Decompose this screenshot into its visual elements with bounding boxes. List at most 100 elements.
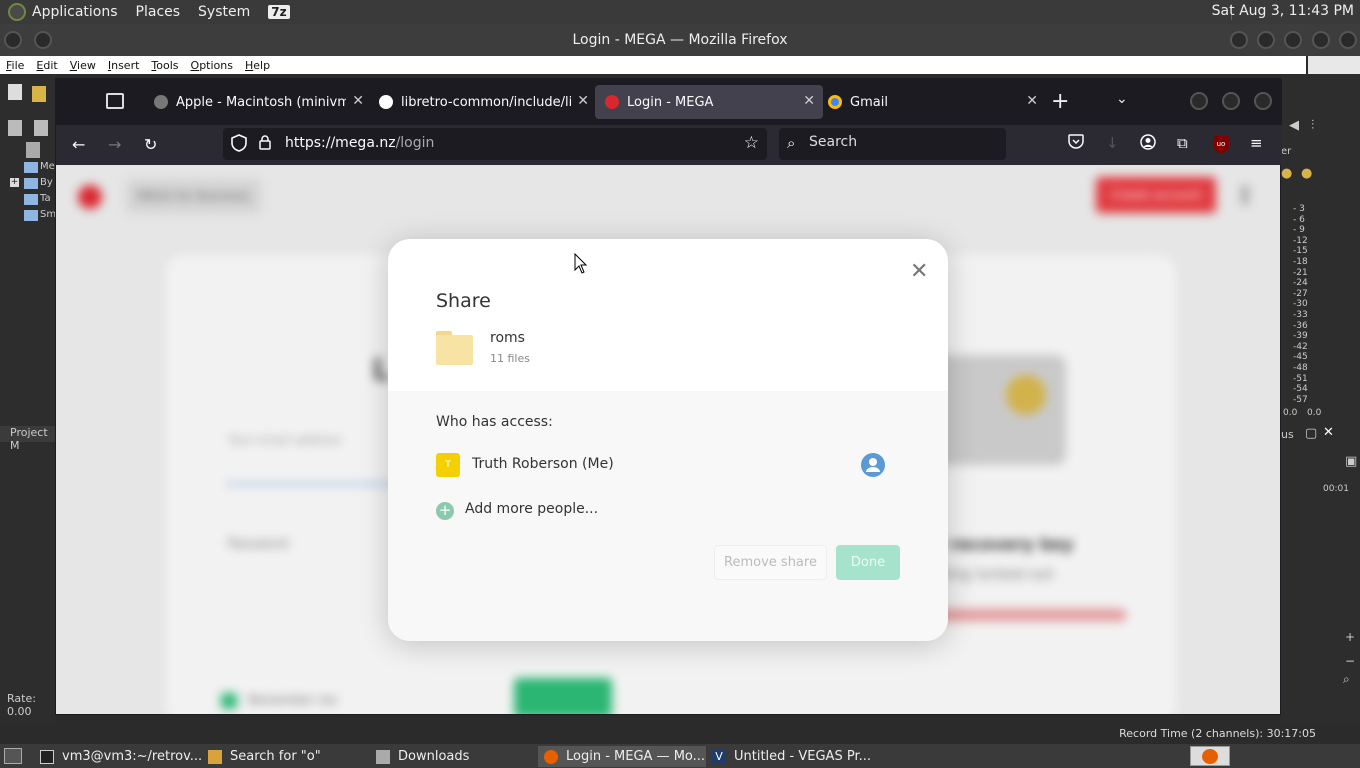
menu-applications[interactable]: Applications (32, 4, 118, 20)
owner-permission-icon[interactable] (861, 453, 885, 477)
applications-logo-icon[interactable] (8, 3, 26, 21)
extra-window-button[interactable] (1312, 31, 1330, 49)
zoom-tool-icon[interactable]: ⌕ (1343, 672, 1350, 687)
task-downloads[interactable]: Downloads (370, 746, 535, 767)
menubar-filler (1308, 56, 1360, 74)
close-button[interactable] (1284, 31, 1302, 49)
maximize-button[interactable] (1257, 31, 1275, 49)
rate-label: Rate: 0.00 (7, 692, 36, 718)
back-arrow-icon[interactable]: ← (72, 135, 85, 154)
ff-minimize-button[interactable] (1190, 92, 1208, 110)
recovery-link[interactable] (936, 609, 1126, 621)
new-tab-plus-icon[interactable]: + (1051, 89, 1069, 114)
downloads-icon[interactable]: ↓ (1106, 134, 1119, 152)
explorer-icon[interactable] (8, 120, 22, 136)
window-menu-button[interactable] (4, 31, 22, 49)
task-terminal[interactable]: vm3@vm3:~/retrov... (34, 746, 204, 767)
mixer-icon[interactable]: ⫶ (1311, 118, 1314, 133)
media-icon[interactable] (34, 120, 48, 136)
add-more-people-link[interactable]: Add more people... (465, 501, 598, 517)
folder-icon (24, 178, 38, 189)
extra-window-button-2[interactable] (1339, 31, 1357, 49)
menu-options[interactable]: Options (191, 59, 233, 72)
email-field[interactable] (226, 483, 406, 485)
fx-icon[interactable]: ● (1281, 166, 1292, 181)
pocket-icon[interactable] (1068, 134, 1084, 153)
window-menu-button-2[interactable] (34, 31, 52, 49)
tree-item-label[interactable]: Sm (40, 209, 56, 220)
menu-help[interactable]: Help (245, 59, 270, 72)
scroll-icon[interactable]: ▣ (1345, 454, 1357, 469)
task-vegas[interactable]: V Untitled - VEGAS Pr... (706, 746, 876, 767)
menu-edit[interactable]: Edit (36, 59, 57, 72)
more-menu-icon[interactable] (1242, 185, 1248, 205)
task-label: Login - MEGA — Mo... (566, 749, 706, 764)
close-tab-icon[interactable]: ✕ (1026, 93, 1038, 109)
ff-maximize-button[interactable] (1222, 92, 1240, 110)
volume-icon[interactable]: ◀ (1289, 118, 1299, 133)
ublock-origin-icon[interactable]: uo (1213, 136, 1229, 153)
close-icon[interactable]: ✕ (910, 259, 928, 284)
firefox-view-icon[interactable] (106, 93, 124, 109)
mega-favicon-icon (605, 95, 619, 109)
menu-system[interactable]: System (198, 4, 250, 20)
undock-icon[interactable]: ▢ (1305, 426, 1317, 441)
list-all-tabs-chevron-icon[interactable]: ⌄ (1116, 91, 1128, 107)
task-search[interactable]: Search for "o" (202, 746, 372, 767)
forward-arrow-icon[interactable]: → (108, 135, 121, 154)
menu-insert[interactable]: Insert (108, 59, 140, 72)
tracking-shield-icon[interactable] (231, 134, 247, 156)
tab-gmail[interactable]: Gmail ✕ (818, 85, 1046, 119)
menu-tools[interactable]: Tools (151, 59, 178, 72)
search-bar[interactable]: ⌕ (779, 128, 1006, 160)
ff-close-button[interactable] (1254, 92, 1272, 110)
padlock-icon[interactable] (259, 135, 271, 154)
menu-file[interactable]: File (6, 59, 24, 72)
dialog-title: Share (436, 290, 491, 312)
close-tab-icon[interactable]: ✕ (803, 93, 815, 109)
task-firefox[interactable]: Login - MEGA — Mo... (538, 746, 706, 767)
clock[interactable]: Sat Aug 3, 11:43 PM (1212, 3, 1354, 19)
project-media-tab[interactable]: Project M (0, 426, 56, 452)
workspace-switcher[interactable] (1190, 746, 1230, 766)
show-desktop-icon[interactable] (4, 748, 22, 764)
account-icon[interactable] (1140, 134, 1156, 154)
tab-apple-macintosh[interactable]: Apple - Macintosh (minivmac ✕ (144, 85, 372, 119)
tab-login-mega[interactable]: Login - MEGA ✕ (595, 85, 823, 119)
menu-view[interactable]: View (70, 59, 96, 72)
meter-tick: -48 (1293, 363, 1308, 373)
open-folder-icon[interactable] (32, 86, 46, 102)
sevenzip-launcher-icon[interactable]: 7z (268, 5, 290, 19)
remove-share-button[interactable]: Remove share (714, 545, 827, 580)
close-tab-icon[interactable]: ✕ (577, 93, 589, 109)
menu-places[interactable]: Places (136, 4, 181, 20)
search-input[interactable] (809, 134, 989, 150)
new-file-icon[interactable] (8, 84, 22, 100)
minimize-button[interactable] (1230, 31, 1248, 49)
add-people-plus-icon[interactable]: + (436, 502, 454, 520)
fx-icon-2[interactable]: ● (1301, 166, 1312, 181)
remember-me-checkbox[interactable] (221, 693, 237, 709)
extensions-puzzle-icon[interactable]: ⧉ (1177, 134, 1188, 152)
hamburger-menu-icon[interactable]: ≡ (1250, 134, 1263, 152)
reload-icon[interactable]: ↻ (144, 135, 157, 154)
tree-item-label[interactable]: Ta (40, 193, 51, 204)
tree-item-label[interactable]: By (40, 177, 53, 188)
meter-tick: -30 (1293, 299, 1308, 310)
done-button[interactable]: Done (836, 545, 900, 580)
tab-libretro-common[interactable]: libretro-common/include/lib ✕ (369, 85, 597, 119)
background-window-titlebar[interactable]: Login - MEGA — Mozilla Firefox (0, 24, 1360, 56)
zoom-in-icon[interactable]: + (1345, 630, 1355, 644)
tree-root-icon[interactable] (26, 142, 40, 158)
zoom-out-icon[interactable]: − (1345, 654, 1355, 668)
bookmark-star-icon[interactable]: ☆ (744, 133, 759, 153)
url-text[interactable]: https://mega.nz/login (285, 135, 434, 151)
close-tab-icon[interactable]: ✕ (352, 93, 364, 109)
close-panel-icon[interactable]: ✕ (1323, 425, 1334, 440)
tree-item-label[interactable]: Me (40, 161, 55, 172)
login-button[interactable] (514, 678, 612, 714)
create-account-button[interactable]: Create account (1096, 177, 1216, 213)
mega-for-business-button[interactable]: MEGA for Business (126, 179, 261, 213)
url-bar[interactable]: https://mega.nz/login ☆ (223, 128, 767, 160)
expand-plus-icon[interactable]: + (10, 178, 19, 187)
